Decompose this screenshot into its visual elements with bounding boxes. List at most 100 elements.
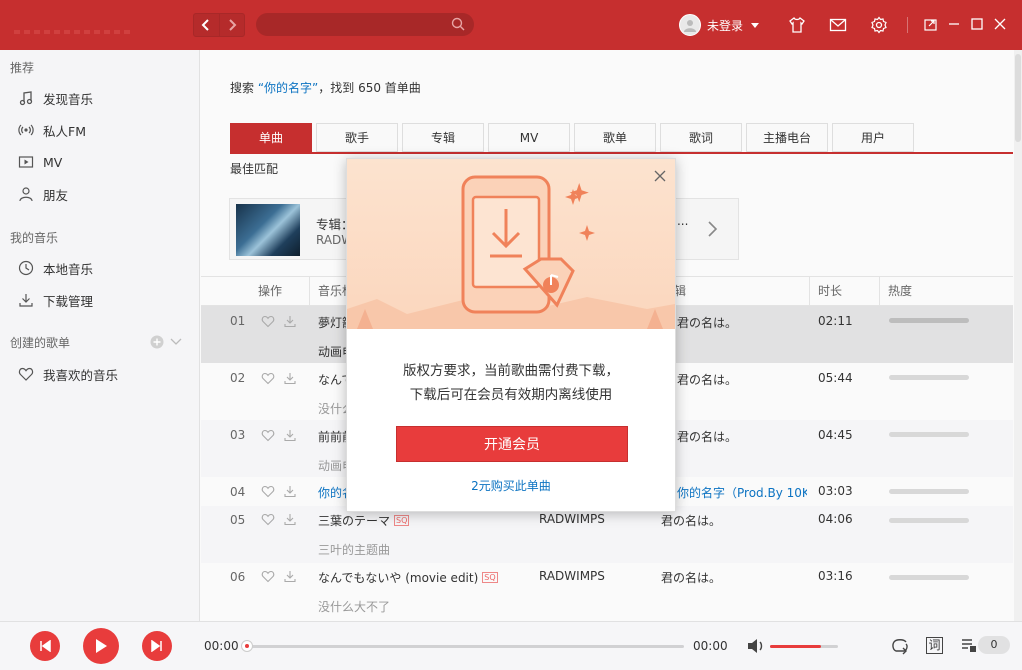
play-icon xyxy=(96,639,107,653)
loop-icon[interactable] xyxy=(890,637,910,655)
progress-bar[interactable] xyxy=(246,645,684,648)
download-icon[interactable] xyxy=(283,484,297,498)
login-status[interactable]: 未登录 xyxy=(707,17,743,34)
sidebar-item-label: 朋友 xyxy=(43,187,69,203)
tab-albums[interactable]: 专辑 xyxy=(402,123,484,152)
song-album[interactable]: 你的名字（Prod.By 10K） xyxy=(677,484,807,501)
settings-icon[interactable] xyxy=(870,16,888,34)
song-title[interactable]: なんで xyxy=(318,371,348,388)
search-icon[interactable] xyxy=(451,17,465,31)
scrollbar[interactable] xyxy=(1014,50,1022,621)
heart-icon[interactable] xyxy=(261,569,275,583)
tab-mv[interactable]: MV xyxy=(488,123,570,152)
row-actions xyxy=(261,484,305,498)
tab-songs[interactable]: 单曲 xyxy=(230,123,312,152)
song-title[interactable]: 前前前 xyxy=(318,428,348,445)
volume-slider[interactable] xyxy=(770,645,838,648)
sidebar-item-mv[interactable]: MV xyxy=(18,150,188,174)
close-icon[interactable] xyxy=(993,17,1007,31)
download-icon[interactable] xyxy=(283,371,297,385)
heart-icon[interactable] xyxy=(261,428,275,442)
song-artist[interactable]: RADWIMPS xyxy=(539,512,605,526)
column-header[interactable]: 时长 xyxy=(809,277,879,305)
tab-users[interactable]: 用户 xyxy=(832,123,914,152)
total-time: 00:00 xyxy=(693,639,728,653)
sidebar-item-friends[interactable]: 朋友 xyxy=(18,182,188,206)
sidebar-item-liked-music[interactable]: 我喜欢的音乐 xyxy=(18,362,188,386)
forward-button[interactable] xyxy=(218,14,244,36)
heart-icon[interactable] xyxy=(261,371,275,385)
local-music-icon xyxy=(18,260,34,276)
playlist-icon[interactable] xyxy=(960,636,978,654)
summary-prefix: 搜索 xyxy=(230,81,258,95)
download-icon[interactable] xyxy=(283,428,297,442)
song-title[interactable]: 夢灯籠 xyxy=(318,314,348,331)
column-header[interactable]: 热度 xyxy=(879,277,1013,305)
search-box xyxy=(256,13,474,36)
chevron-down-icon[interactable] xyxy=(170,337,182,347)
open-vip-button[interactable]: 开通会员 xyxy=(396,426,628,462)
skin-icon[interactable] xyxy=(788,16,806,34)
heart-icon[interactable] xyxy=(261,512,275,526)
prev-button[interactable] xyxy=(30,631,60,661)
song-album[interactable]: 君の名は。 xyxy=(661,569,721,586)
tab-playlists[interactable]: 歌单 xyxy=(574,123,656,152)
row-index: 01 xyxy=(230,314,246,328)
buy-single-link[interactable]: 2元购买此单曲 xyxy=(347,477,675,494)
mini-mode-icon[interactable] xyxy=(924,17,938,31)
history-nav xyxy=(193,13,245,37)
tab-radio[interactable]: 主播电台 xyxy=(746,123,828,152)
tab-lyrics[interactable]: 歌词 xyxy=(660,123,742,152)
song-subtitle: 没什么大不了 xyxy=(318,600,391,614)
column-header: 操作 xyxy=(258,284,283,298)
next-button[interactable] xyxy=(142,631,172,661)
volume-icon[interactable] xyxy=(747,638,765,654)
sidebar-item-fm[interactable]: 私人FM xyxy=(18,118,188,142)
search-input[interactable] xyxy=(256,13,436,36)
best-match-label: 最佳匹配 xyxy=(230,162,279,176)
song-artist[interactable]: RADWIMPS xyxy=(539,569,605,583)
table-row[interactable]: 05 三葉のテーマ SQ 三叶的主题曲 RADWIMPS 君の名は。 04:06 xyxy=(201,506,1013,563)
add-icon[interactable] xyxy=(150,335,164,349)
play-button[interactable] xyxy=(83,628,119,664)
progress-handle[interactable] xyxy=(241,640,253,652)
song-title[interactable]: なんでもないや (movie edit) xyxy=(318,571,478,585)
sidebar-item-local-music[interactable]: 本地音乐 xyxy=(18,256,188,280)
heart-icon[interactable] xyxy=(261,314,275,328)
heart-icon[interactable] xyxy=(261,484,275,498)
caret-down-icon[interactable] xyxy=(751,22,760,28)
sidebar-item-discover[interactable]: 发现音乐 xyxy=(18,86,188,110)
scrollbar-thumb[interactable] xyxy=(1015,54,1021,142)
title-bar: 未登录 xyxy=(0,0,1022,50)
row-actions xyxy=(261,569,305,583)
close-icon[interactable] xyxy=(653,169,667,183)
song-title[interactable]: 你的名 xyxy=(318,484,348,501)
song-title-wrap: 三葉のテーマ SQ xyxy=(318,512,410,529)
column-header[interactable]: 专辑 xyxy=(653,277,809,305)
sidebar-item-downloads[interactable]: 下载管理 xyxy=(18,288,188,312)
tab-artists[interactable]: 歌手 xyxy=(316,123,398,152)
search-keyword[interactable]: “你的名字” xyxy=(258,81,318,95)
avatar[interactable] xyxy=(679,14,701,36)
download-icon[interactable] xyxy=(283,314,297,328)
table-row[interactable]: 06 なんでもないや (movie edit) SQ 没什么大不了 RADWIMP… xyxy=(201,563,1013,621)
playlist-count[interactable]: 0 xyxy=(978,636,1010,654)
lyrics-button[interactable]: 词 xyxy=(926,637,943,654)
chevron-right-icon[interactable] xyxy=(706,219,720,239)
song-album[interactable]: 君の名は。 xyxy=(677,428,737,445)
sq-badge: SQ xyxy=(482,572,498,583)
download-icon[interactable] xyxy=(283,569,297,583)
popularity-bar xyxy=(889,518,969,523)
song-album[interactable]: 君の名は。 xyxy=(677,314,737,331)
download-icon[interactable] xyxy=(283,512,297,526)
sidebar-item-label: 本地音乐 xyxy=(43,261,94,277)
mail-icon[interactable] xyxy=(829,16,847,34)
back-button[interactable] xyxy=(194,14,219,36)
next-icon xyxy=(151,640,162,652)
maximize-icon[interactable] xyxy=(970,17,984,31)
minimize-icon[interactable] xyxy=(947,17,961,31)
song-album[interactable]: 君の名は。 xyxy=(677,371,737,388)
song-album[interactable]: 君の名は。 xyxy=(661,512,721,529)
user-menu[interactable]: 未登录 xyxy=(679,13,760,37)
song-title[interactable]: 三葉のテーマ xyxy=(318,514,390,528)
